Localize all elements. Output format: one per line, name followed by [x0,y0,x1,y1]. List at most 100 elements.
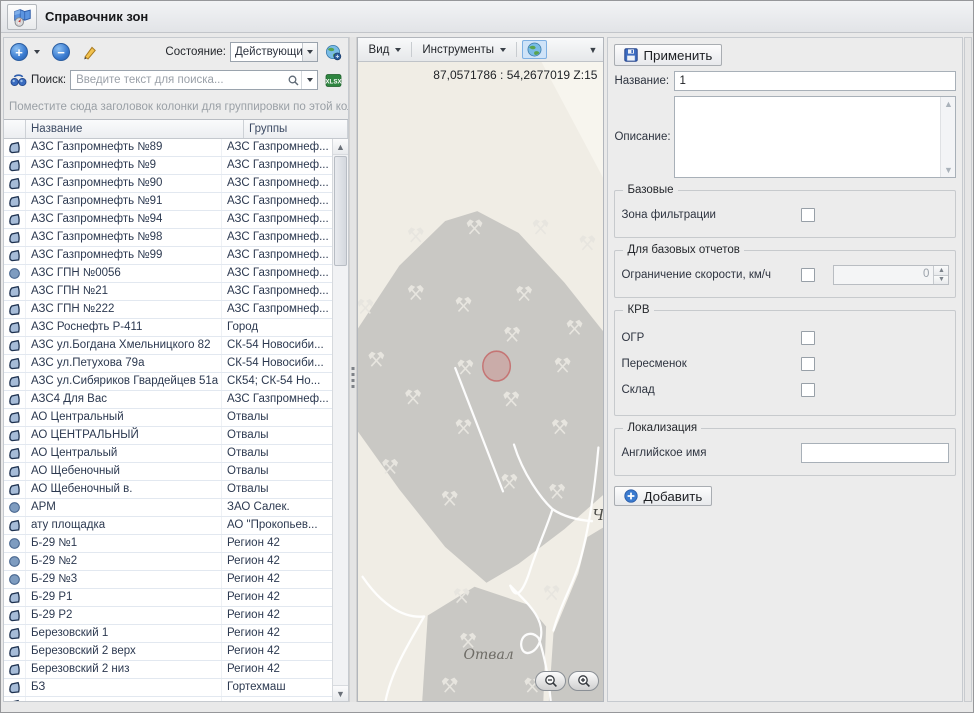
scroll-up-icon[interactable]: ▲ [944,99,953,109]
add-button[interactable]: Добавить [614,486,712,506]
table-row[interactable]: АЗС Газпромнефть №94АЗС Газпромнеф... [4,211,332,229]
table-row[interactable]: АЗС Роснефть Р-411Город [4,319,332,337]
zone-group-cell: Регион 42 [222,643,332,660]
table-row[interactable]: АО Щебеночный в.Отвалы [4,481,332,499]
table-row[interactable]: Березовский 1Регион 42 [4,625,332,643]
table-row[interactable]: Б-29 Р2Регион 42 [4,607,332,625]
zone-type-polygon-icon [4,139,26,156]
search-magnifier-icon[interactable] [285,71,301,89]
table-row[interactable]: Б-29 №3Регион 42 [4,571,332,589]
zone-name-cell: АЗС ул.Богдана Хмельницкого 82 [26,337,222,354]
export-xlsx-button[interactable]: XLSX [325,73,342,88]
zoom-in-icon [577,674,591,688]
chevron-down-icon [395,48,401,52]
table-row[interactable]: АО ЦЕНТРАЛЬНЫЙОтвалы [4,427,332,445]
table-row[interactable]: АЗС ГПН №0056АЗС Газпромнеф... [4,265,332,283]
speed-limit-value: 0 [834,266,933,284]
zone-name-cell: АЗС Газпромнефть №91 [26,193,222,210]
english-name-label: Английское имя [621,447,801,459]
add-zone-button[interactable]: + [10,43,28,61]
add-zone-dropdown-icon[interactable] [34,50,40,54]
map-menu-tools[interactable]: Инструменты [417,42,511,58]
table-row[interactable]: АЗС Газпромнефть №9АЗС Газпромнеф... [4,157,332,175]
app-window: Справочник зон + − Состояние: Действующ [0,0,974,713]
table-row[interactable]: АЗС ул.Сибяриков Гвардейцев 51аСК54; СК-… [4,373,332,391]
table-row[interactable]: АЗС ГПН №21АЗС Газпромнеф... [4,283,332,301]
table-row[interactable]: АЗС Газпромнефть №90АЗС Газпромнеф... [4,175,332,193]
table-row[interactable]: АЗС Газпромнефть №98АЗС Газпромнеф... [4,229,332,247]
english-name-input[interactable] [801,443,949,463]
search-input[interactable]: Введите текст для поиска... [70,70,318,90]
remove-zone-button[interactable]: − [52,43,70,61]
table-row[interactable]: АЗС ГПН №222АЗС Газпромнеф... [4,301,332,319]
table-row[interactable]: АЗС Газпромнефть №91АЗС Газпромнеф... [4,193,332,211]
state-filter-dropdown-button[interactable] [302,43,317,61]
map-toolbar-overflow-icon[interactable]: ▼ [589,45,598,55]
map-menu-view[interactable]: Вид [364,42,407,58]
column-header-name[interactable]: Название [26,120,244,138]
warehouse-checkbox[interactable] [801,383,815,397]
zone-properties-panel: Применить Название: Описание: ▲ ▼ Базовы… [607,37,963,702]
zone-name-cell: АЗС ГПН №0056 [26,265,222,282]
zoom-in-button[interactable] [568,671,599,691]
scroll-down-icon[interactable]: ▼ [944,165,953,175]
table-row[interactable] [4,697,332,701]
search-dropdown-icon[interactable] [301,71,317,89]
shift-change-checkbox[interactable] [801,357,815,371]
description-textarea[interactable]: ▲ ▼ [674,96,956,178]
zone-name-cell: АЗС ГПН №21 [26,283,222,300]
table-row[interactable]: АЗС ул.Петухова 79аСК-54 Новосиби... [4,355,332,373]
zone-name-cell: АЗС ул.Петухова 79а [26,355,222,372]
filter-zone-checkbox[interactable] [801,208,815,222]
apply-button[interactable]: Применить [614,44,722,66]
spinner-down-icon[interactable]: ▼ [934,276,948,285]
table-row[interactable]: АЗС ул.Богдана Хмельницкого 82СК-54 Ново… [4,337,332,355]
zone-group-cell: АЗС Газпромнеф... [222,301,332,318]
speed-limit-spinner[interactable]: 0 ▲ ▼ [833,265,949,285]
panel-splitter[interactable] [349,37,357,702]
table-row[interactable]: АЗС Газпромнефть №99АЗС Газпромнеф... [4,247,332,265]
description-scrollbar[interactable]: ▲ ▼ [940,97,955,177]
table-row[interactable]: Березовский 2 верхРегион 42 [4,643,332,661]
name-input[interactable] [674,71,956,91]
zone-type-polygon-icon [4,319,26,336]
spinner-up-icon[interactable]: ▲ [934,266,948,276]
scroll-down-icon[interactable]: ▼ [333,685,348,701]
map-label-right: Чер [593,506,604,524]
table-row[interactable]: Б-29 №1Регион 42 [4,535,332,553]
table-row[interactable]: АО ЦентральныйОтвалы [4,409,332,427]
globe-layers-button[interactable] [325,44,342,61]
speed-limit-checkbox[interactable] [801,268,815,282]
scrollbar-thumb[interactable] [334,156,347,266]
table-row[interactable]: Березовский 2 низРегион 42 [4,661,332,679]
table-row[interactable]: АРМЗАО Салек. [4,499,332,517]
column-header-icon[interactable] [4,120,26,138]
column-header-groups[interactable]: Группы [244,120,348,138]
zone-group-cell: АЗС Газпромнеф... [222,265,332,282]
zone-name-cell: АЗС Газпромнефть №90 [26,175,222,192]
table-row[interactable]: АЗС4 Для ВасАЗС Газпромнеф... [4,391,332,409]
table-row[interactable]: ату площадкаАО "Прокопьев... [4,517,332,535]
ogr-checkbox[interactable] [801,331,815,345]
zone-group-cell: Регион 42 [222,571,332,588]
table-row[interactable]: АО ЩебеночныйОтвалы [4,463,332,481]
zone-type-polygon-icon [4,157,26,174]
table-row[interactable]: Б-29 №2Регион 42 [4,553,332,571]
map-canvas[interactable]: 87,0571786 : 54,2677019 Z:15 Отвал Чер [358,62,604,701]
vertical-scrollbar[interactable]: ▲ ▼ [332,139,348,701]
map-zoom-controls [535,671,599,691]
collapsed-side-strip[interactable] [964,37,972,702]
description-label: Описание: [614,131,670,143]
zone-group-cell: СК-54 Новосиби... [222,337,332,354]
zoom-out-button[interactable] [535,671,566,691]
scroll-up-icon[interactable]: ▲ [333,139,348,155]
edit-zone-button[interactable] [82,44,98,60]
state-filter-combobox[interactable]: Действующие [230,42,318,62]
zone-type-polygon-icon [4,229,26,246]
table-row[interactable]: АЗС Газпромнефть №89АЗС Газпромнеф... [4,139,332,157]
table-row[interactable]: БЗГортехмаш [4,679,332,697]
table-row[interactable]: Б-29 Р1Регион 42 [4,589,332,607]
zone-group-cell: Регион 42 [222,553,332,570]
map-globe-button[interactable] [522,40,547,59]
table-row[interactable]: АО ЦентральыйОтвалы [4,445,332,463]
